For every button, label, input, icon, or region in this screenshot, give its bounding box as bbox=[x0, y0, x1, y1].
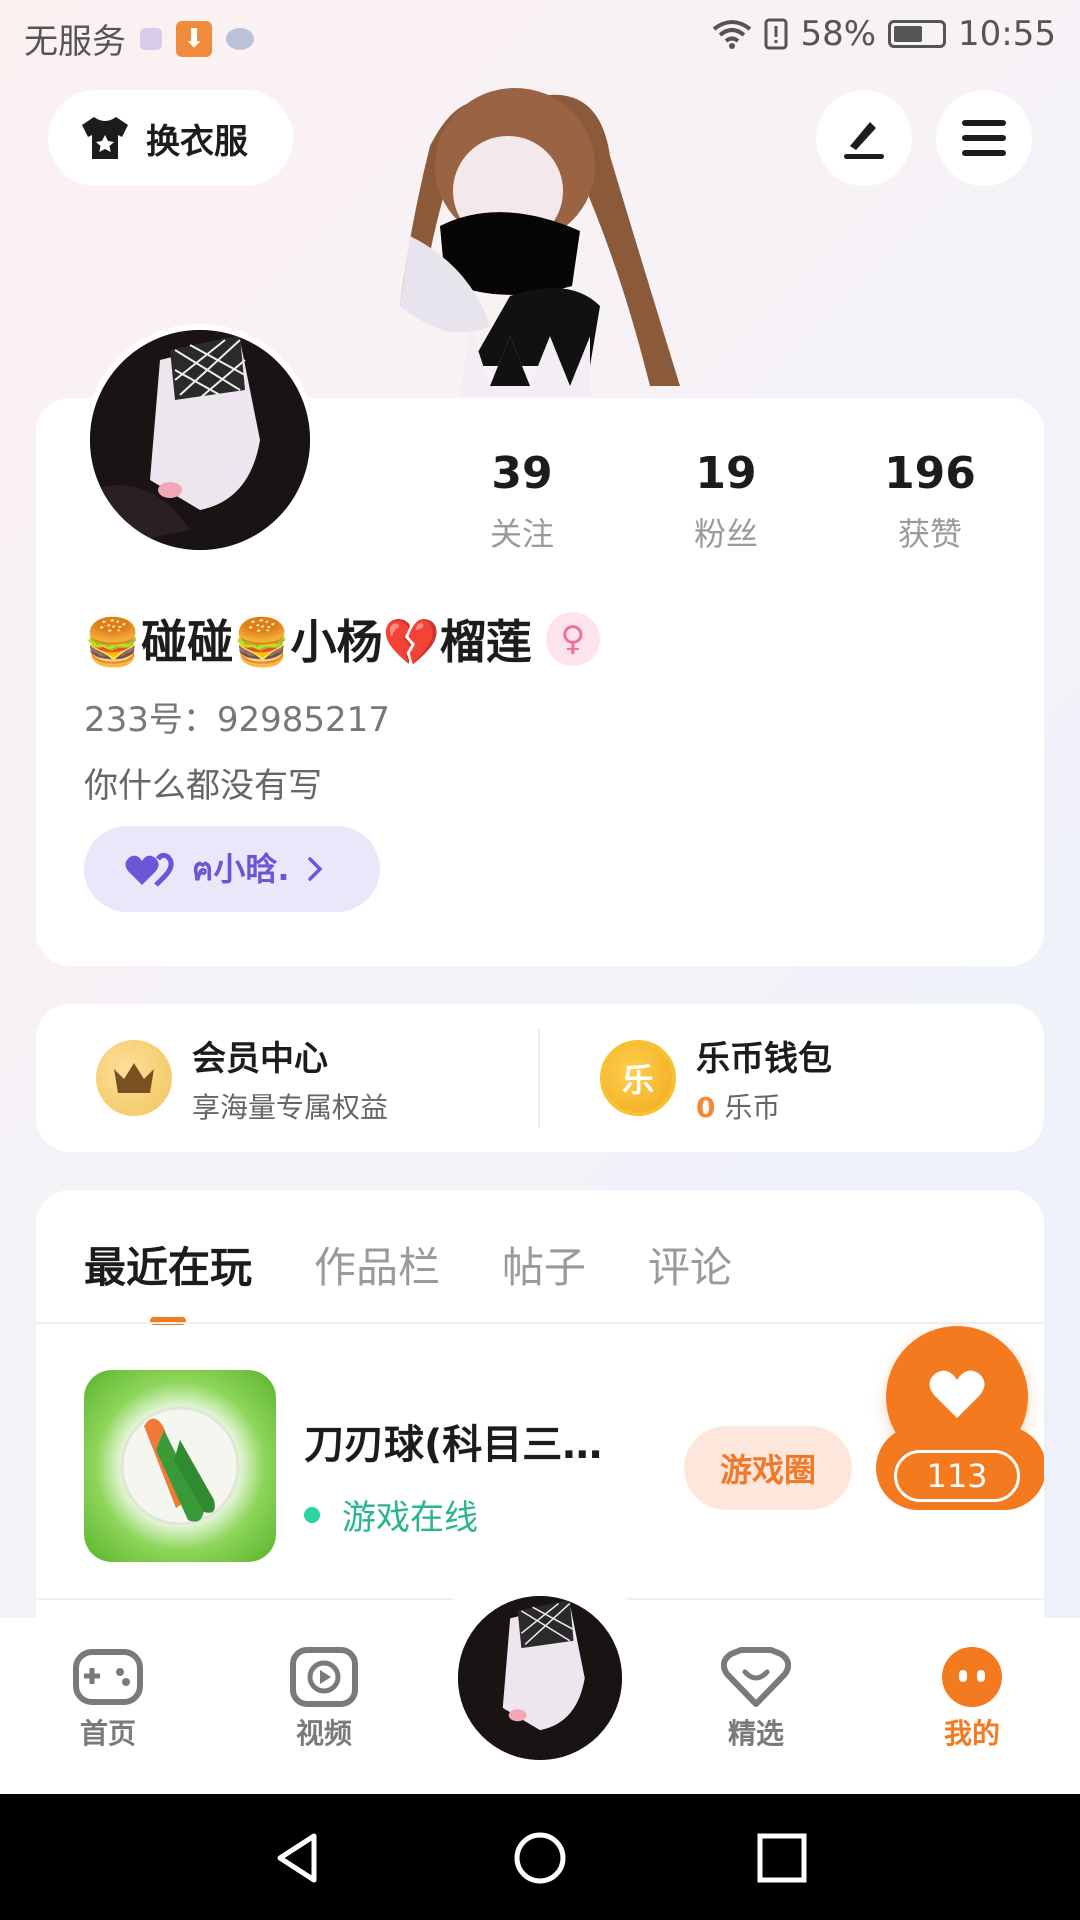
edit-profile-button[interactable] bbox=[816, 90, 912, 186]
nav-home[interactable]: 首页 bbox=[38, 1646, 178, 1752]
status-right: 58% 10:55 bbox=[712, 14, 1056, 54]
coin-icon: 乐 bbox=[600, 1040, 676, 1116]
profile-face-icon bbox=[942, 1647, 1002, 1707]
change-outfit-label: 换衣服 bbox=[146, 121, 248, 162]
bio-text[interactable]: 你什么都没有写 bbox=[84, 758, 322, 807]
home-circle-icon[interactable] bbox=[512, 1830, 568, 1886]
member-wallet-card: 会员中心 享海量专属权益 乐 乐币钱包 0 乐币 bbox=[36, 1004, 1044, 1152]
member-center-title: 会员中心 bbox=[192, 1038, 328, 1079]
stat-likes[interactable]: 196 获赞 bbox=[828, 448, 1032, 555]
coin-unit: 乐币 bbox=[724, 1090, 781, 1124]
system-nav-bar bbox=[0, 1794, 1080, 1920]
profile-stats: 39 关注 19 粉丝 196 获赞 bbox=[420, 448, 1032, 555]
nav-me-label: 我的 bbox=[943, 1717, 1000, 1750]
nav-center-avatar-button[interactable] bbox=[454, 1592, 626, 1764]
gamepad-icon bbox=[73, 1649, 143, 1705]
likes-label: 获赞 bbox=[897, 515, 962, 553]
game-icon[interactable] bbox=[84, 1370, 276, 1562]
planet-icon bbox=[226, 27, 254, 50]
carrier-text: 无服务 bbox=[24, 22, 126, 62]
tab-posts[interactable]: 帖子 bbox=[502, 1234, 586, 1295]
blade-ball-icon bbox=[120, 1406, 240, 1526]
nav-home-label: 首页 bbox=[79, 1717, 136, 1750]
tab-works[interactable]: 作品栏 bbox=[314, 1234, 440, 1295]
chevron-right-icon bbox=[307, 857, 323, 881]
center-avatar-image bbox=[458, 1596, 622, 1760]
like-count: 113 bbox=[894, 1450, 1020, 1502]
sim-alert-icon bbox=[764, 18, 788, 50]
notification-app-icon bbox=[140, 27, 162, 50]
battery-percent: 58% bbox=[800, 14, 877, 54]
recents-square-icon[interactable] bbox=[754, 1830, 810, 1886]
wifi-icon bbox=[713, 20, 752, 49]
coin-wallet-entry[interactable]: 乐 乐币钱包 0 乐币 bbox=[540, 1004, 1044, 1152]
back-icon[interactable] bbox=[270, 1830, 326, 1886]
pen-icon bbox=[844, 122, 884, 159]
nav-video[interactable]: 视频 bbox=[254, 1646, 394, 1752]
tabs-divider bbox=[36, 1322, 1044, 1324]
account-id: 233号：92985217 bbox=[84, 700, 390, 740]
menu-button[interactable] bbox=[936, 90, 1032, 186]
following-label: 关注 bbox=[489, 515, 554, 553]
stat-following[interactable]: 39 关注 bbox=[420, 448, 624, 555]
game-name: 刀刃球(科目三... bbox=[304, 1422, 604, 1468]
game-circle-button[interactable]: 游戏圈 bbox=[684, 1426, 852, 1510]
hamburger-menu-icon bbox=[962, 120, 1006, 156]
member-center-subtitle: 享海量专属权益 bbox=[192, 1090, 389, 1124]
followers-count: 19 bbox=[695, 448, 757, 499]
nickname: 🍔碰碰🍔小杨💔榴莲 bbox=[84, 615, 532, 669]
online-dot-icon bbox=[304, 1506, 320, 1523]
best-friend-name: ฅ小晗. bbox=[192, 849, 290, 888]
avatar-character-figure[interactable] bbox=[340, 66, 730, 406]
double-heart-icon bbox=[125, 852, 174, 887]
clock: 10:55 bbox=[958, 14, 1056, 54]
avatar-image bbox=[90, 330, 310, 550]
nav-featured[interactable]: 精选 bbox=[686, 1646, 826, 1752]
tab-bar: 最近在玩 作品栏 帖子 评论 bbox=[84, 1234, 732, 1295]
game-status-text: 游戏在线 bbox=[342, 1498, 478, 1538]
profile-avatar[interactable] bbox=[84, 324, 316, 556]
following-count: 39 bbox=[491, 448, 553, 499]
stat-followers[interactable]: 19 粉丝 bbox=[624, 448, 828, 555]
video-icon bbox=[290, 1647, 358, 1707]
status-bar: 无服务 ⬇ 58% 10:55 bbox=[0, 0, 1080, 74]
nav-video-label: 视频 bbox=[295, 1717, 352, 1750]
game-status: 游戏在线 bbox=[304, 1490, 478, 1539]
tshirt-icon bbox=[82, 117, 128, 159]
nav-me[interactable]: 我的 bbox=[902, 1646, 1042, 1752]
heart-badge-icon bbox=[721, 1647, 791, 1707]
heart-icon bbox=[929, 1370, 985, 1418]
status-left: 无服务 ⬇ bbox=[24, 14, 254, 63]
coin-amount: 0 bbox=[696, 1090, 716, 1124]
crown-icon bbox=[96, 1040, 172, 1116]
coin-wallet-title: 乐币钱包 bbox=[696, 1038, 832, 1079]
nav-featured-label: 精选 bbox=[727, 1717, 784, 1750]
best-friend-chip[interactable]: ฅ小晗. bbox=[84, 826, 380, 912]
coin-wallet-balance: 0 乐币 bbox=[696, 1086, 832, 1126]
download-icon: ⬇ bbox=[176, 20, 212, 57]
likes-count: 196 bbox=[884, 448, 976, 499]
tab-comments[interactable]: 评论 bbox=[648, 1234, 732, 1295]
change-outfit-button[interactable]: 换衣服 bbox=[48, 90, 293, 186]
like-button[interactable] bbox=[886, 1326, 1028, 1468]
followers-label: 粉丝 bbox=[693, 515, 758, 553]
member-center-entry[interactable]: 会员中心 享海量专属权益 bbox=[36, 1004, 540, 1152]
female-gender-icon: ♀ bbox=[545, 612, 600, 666]
tab-recently-played[interactable]: 最近在玩 bbox=[84, 1234, 252, 1295]
nickname-row: 🍔碰碰🍔小杨💔榴莲 ♀ bbox=[84, 606, 600, 672]
battery-icon bbox=[888, 20, 947, 48]
